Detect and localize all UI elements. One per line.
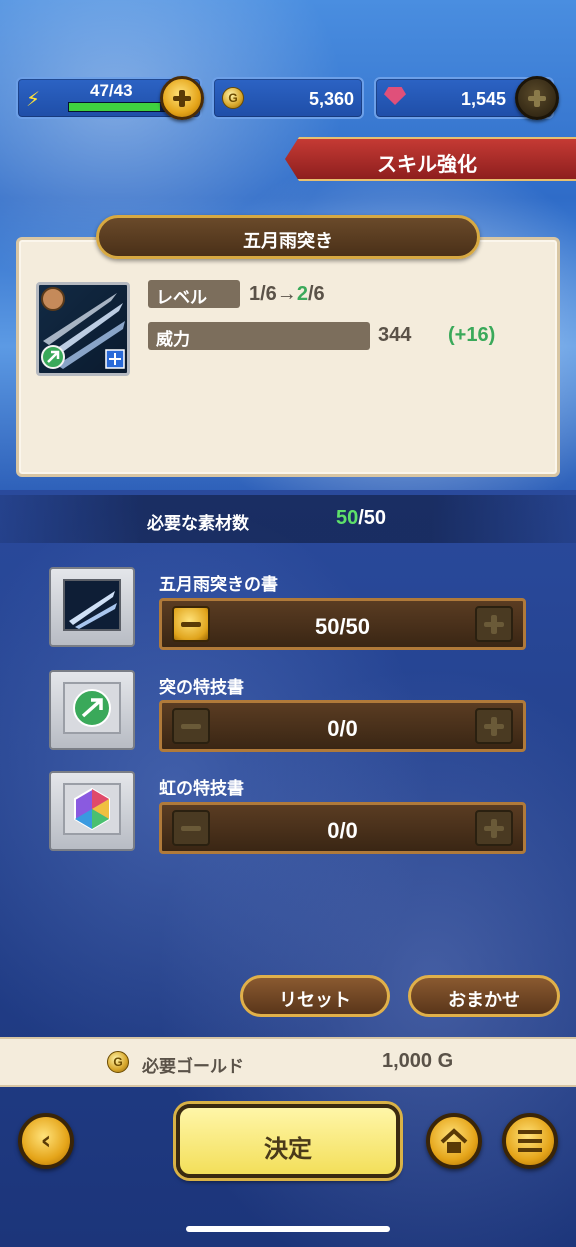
stamina-bar xyxy=(68,102,166,112)
required-materials-band: 必要な素材数 50/50 xyxy=(0,495,576,543)
gold-cost-value: 1,000 G xyxy=(382,1050,454,1072)
skill-name-header: 五月雨突き xyxy=(96,215,480,259)
gold-cost-band: 必要ゴールド 1,000 G xyxy=(0,1037,576,1087)
skill-icon[interactable] xyxy=(36,282,130,376)
power-label: 威力 xyxy=(148,322,370,350)
stamina-bar-fill xyxy=(69,103,161,111)
material-name-1: 五月雨突きの書 xyxy=(159,575,278,595)
rainbow-book-scroll-icon xyxy=(49,771,135,851)
thrust-slash-icon xyxy=(69,591,117,629)
lightning-icon: ⚡ xyxy=(26,87,41,111)
gold-coin-icon xyxy=(107,1051,129,1073)
material-name-3: 虹の特技書 xyxy=(159,779,244,799)
level-label: レベル xyxy=(148,280,240,308)
stamina-value: 47/43 xyxy=(90,81,133,100)
confirm-button[interactable]: 決定 xyxy=(176,1104,400,1178)
material-count: 50/50 xyxy=(314,614,371,639)
title-ribbon: スキル強化 xyxy=(285,137,576,181)
thrust-book-scroll-icon xyxy=(49,670,135,750)
reset-button[interactable]: リセット xyxy=(240,975,390,1017)
thrust-slash-icon xyxy=(41,287,125,369)
material-name-2: 突の特技書 xyxy=(159,678,244,698)
add-stamina-button[interactable] xyxy=(160,76,204,120)
power-delta: (+16) xyxy=(448,324,496,346)
menu-icon xyxy=(518,1130,542,1152)
gold-box: 5,360 xyxy=(212,77,364,119)
confirm-label: 決定 xyxy=(264,1135,312,1163)
thrust-element-icon xyxy=(73,689,111,727)
gold-cost-label: 必要ゴールド xyxy=(142,1057,244,1077)
gold-coin-icon xyxy=(222,87,244,109)
material-counter-3: 0/0 xyxy=(159,802,526,854)
gem-icon xyxy=(384,87,406,105)
skill-book-scroll-icon xyxy=(49,567,135,647)
rainbow-gem-icon xyxy=(74,787,110,831)
increase-button[interactable] xyxy=(475,810,513,846)
material-count: 0/0 xyxy=(327,818,358,843)
home-indicator xyxy=(186,1226,390,1232)
page-title: スキル強化 xyxy=(377,152,477,176)
power-value: 344 xyxy=(378,324,412,346)
required-label: 必要な素材数 xyxy=(147,514,249,534)
auto-select-button[interactable]: おまかせ xyxy=(408,975,560,1017)
increase-button[interactable] xyxy=(475,708,513,744)
level-value: 1/6→2/6 xyxy=(249,283,325,305)
menu-button[interactable] xyxy=(502,1113,558,1169)
gold-value: 5,360 xyxy=(308,89,354,109)
add-gem-button[interactable] xyxy=(515,76,559,120)
back-button[interactable]: ‹ xyxy=(18,1113,74,1169)
skill-name: 五月雨突き xyxy=(243,231,333,252)
material-counter-1: 50/50 xyxy=(159,598,526,650)
required-count: 50/50 xyxy=(336,507,387,529)
material-count: 0/0 xyxy=(327,716,358,741)
home-button[interactable] xyxy=(426,1113,482,1169)
material-counter-2: 0/0 xyxy=(159,700,526,752)
increase-button[interactable] xyxy=(475,606,513,642)
chevron-left-icon: ‹ xyxy=(40,1126,52,1156)
gem-value: 1,545 xyxy=(460,89,506,109)
home-icon xyxy=(440,1128,468,1153)
